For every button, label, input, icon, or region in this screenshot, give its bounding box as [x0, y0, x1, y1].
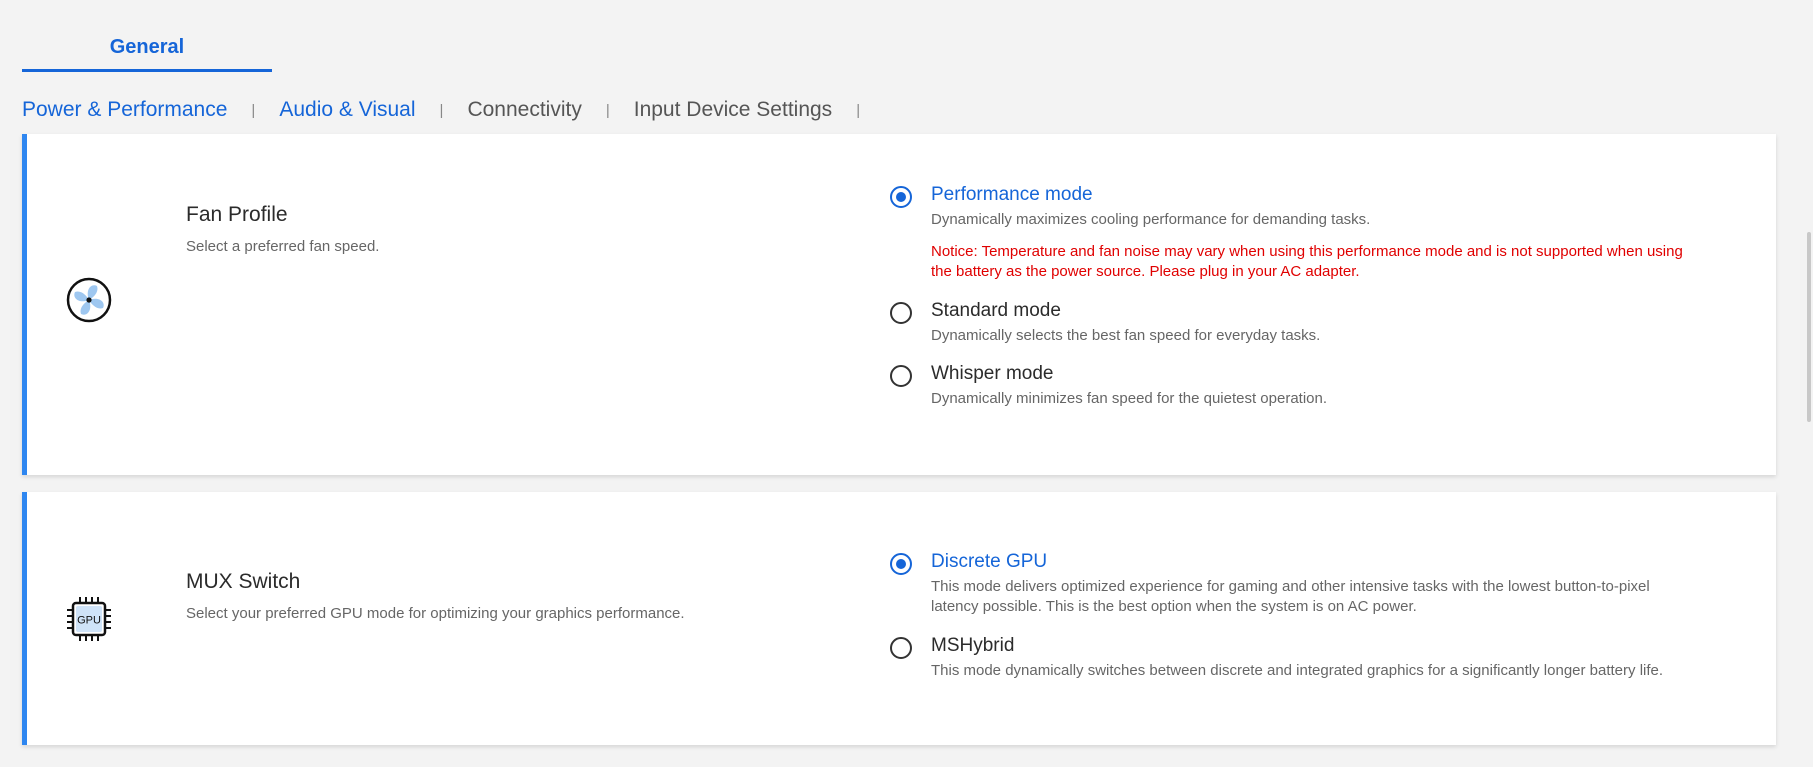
gpu-icon-text: GPU	[77, 615, 101, 627]
standard-mode-label[interactable]: Standard mode	[931, 300, 1061, 322]
fan-profile-title: Fan Profile	[186, 203, 288, 226]
subnav-separator: |	[439, 101, 444, 119]
performance-mode-description: Dynamically maximizes cooling performanc…	[931, 211, 1371, 228]
performance-mode-notice: Notice: Temperature and fan noise may va…	[931, 243, 1683, 280]
subnav-power-performance[interactable]: Power & Performance	[22, 98, 227, 122]
performance-mode-label[interactable]: Performance mode	[931, 184, 1093, 206]
fan-profile-card: Fan Profile Select a preferred fan speed…	[22, 134, 1776, 475]
vertical-scrollbar[interactable]	[1807, 232, 1811, 422]
discrete-gpu-label[interactable]: Discrete GPU	[931, 551, 1047, 573]
mux-switch-description: Select your preferred GPU mode for optim…	[186, 605, 685, 622]
fan-profile-description: Select a preferred fan speed.	[186, 238, 380, 255]
whisper-mode-label[interactable]: Whisper mode	[931, 363, 1054, 385]
performance-mode-radio[interactable]	[890, 186, 912, 208]
whisper-mode-description: Dynamically minimizes fan speed for the …	[931, 390, 1328, 407]
mshybrid-radio[interactable]	[890, 637, 912, 659]
sub-navigation: Power & Performance | Audio & Visual | C…	[22, 94, 884, 126]
whisper-mode-radio[interactable]	[890, 365, 912, 387]
discrete-gpu-description: This mode delivers optimized experience …	[931, 578, 1650, 615]
subnav-input-device-settings[interactable]: Input Device Settings	[634, 98, 832, 122]
fan-icon	[66, 277, 112, 328]
gpu-chip-icon: GPU	[66, 596, 112, 647]
subnav-connectivity[interactable]: Connectivity	[467, 98, 581, 122]
subnav-separator: |	[856, 101, 861, 119]
mshybrid-label[interactable]: MSHybrid	[931, 635, 1014, 657]
subnav-audio-visual[interactable]: Audio & Visual	[279, 98, 415, 122]
subnav-separator: |	[605, 101, 610, 119]
subnav-separator: |	[251, 101, 256, 119]
mux-switch-card: GPU MUX Switch Select your preferred GPU…	[22, 492, 1776, 745]
standard-mode-radio[interactable]	[890, 302, 912, 324]
tab-general[interactable]: General	[22, 36, 272, 72]
mux-switch-title: MUX Switch	[186, 570, 301, 593]
mshybrid-description: This mode dynamically switches between d…	[931, 662, 1664, 679]
discrete-gpu-radio[interactable]	[890, 553, 912, 575]
standard-mode-description: Dynamically selects the best fan speed f…	[931, 327, 1321, 344]
